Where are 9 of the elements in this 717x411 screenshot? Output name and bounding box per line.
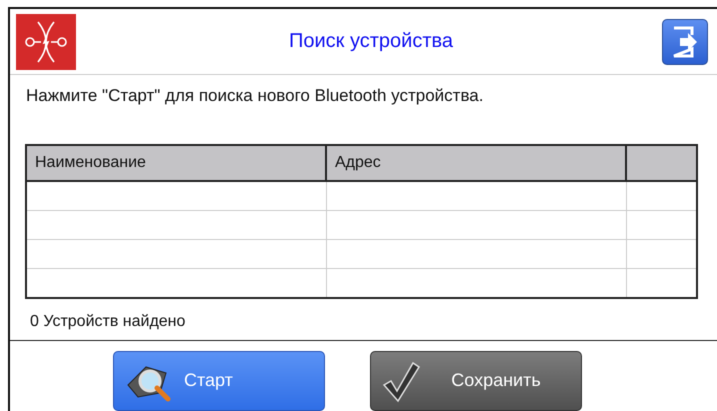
instruction-text: Нажмите "Старт" для поиска нового Bluetooth устройства. [25,85,484,108]
start-button[interactable]: Старт [113,350,325,411]
column-header[interactable]: Адрес [327,146,627,180]
logo-icon [16,14,76,70]
page-title: Поиск устройства [288,30,454,54]
status-text: 0 Устройств найдено [10,299,717,341]
save-button[interactable]: Сохранить [370,350,582,411]
exit-button[interactable] [662,18,708,65]
column-header[interactable]: Наименование [27,146,327,180]
